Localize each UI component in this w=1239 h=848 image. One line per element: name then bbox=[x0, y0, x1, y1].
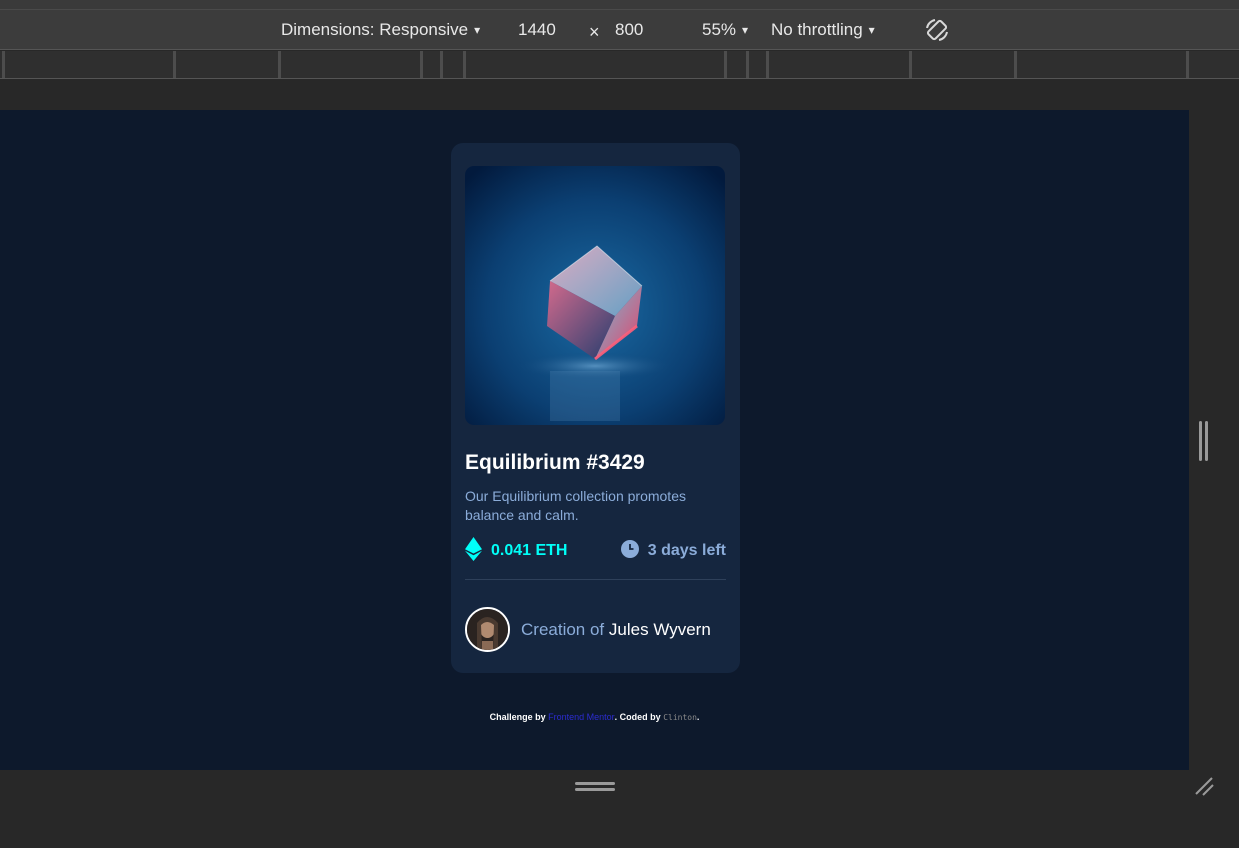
media-query-marker bbox=[1014, 51, 1017, 78]
crystal-cube-image[interactable] bbox=[465, 166, 725, 425]
height-input[interactable]: 800 bbox=[615, 20, 643, 40]
card-description: Our Equilibrium collection promotes bala… bbox=[465, 488, 686, 523]
media-query-marker bbox=[746, 51, 749, 78]
time-left-value: 3 days left bbox=[647, 542, 726, 559]
creator-avatar bbox=[465, 607, 510, 652]
attribution: Challenge by Frontend Mentor. Coded by C… bbox=[0, 712, 1189, 722]
author-name: Clinton bbox=[663, 713, 697, 722]
caret-down-icon: ▾ bbox=[868, 23, 875, 37]
times-icon: × bbox=[589, 22, 600, 42]
caret-down-icon: ▾ bbox=[742, 23, 749, 37]
media-query-marker bbox=[909, 51, 912, 78]
creator-text: Creation of Jules Wyvern bbox=[521, 620, 711, 640]
media-query-bar[interactable] bbox=[0, 51, 1239, 79]
zoom-dropdown[interactable]: 55% ▾ bbox=[702, 20, 748, 40]
caret-down-icon: ▾ bbox=[474, 23, 481, 37]
rotate-icon[interactable] bbox=[922, 15, 952, 45]
bottom-resize-handle[interactable] bbox=[575, 782, 615, 792]
card-stats: 0.041 ETH 3 days left bbox=[465, 536, 726, 566]
dimensions-label: Dimensions: Responsive bbox=[281, 20, 469, 39]
frontend-mentor-link[interactable]: Frontend Mentor bbox=[548, 712, 615, 722]
page-viewport: Equilibrium #3429 Our Equilibrium collec… bbox=[0, 110, 1189, 770]
time-stat: 3 days left bbox=[620, 539, 726, 563]
media-query-marker bbox=[724, 51, 727, 78]
media-query-marker bbox=[766, 51, 769, 78]
clock-icon bbox=[620, 539, 639, 563]
nft-card: Equilibrium #3429 Our Equilibrium collec… bbox=[451, 143, 740, 673]
media-query-marker bbox=[440, 51, 443, 78]
creator-row: Creation of Jules Wyvern bbox=[465, 607, 726, 652]
devtools-top-edge bbox=[0, 0, 1239, 10]
media-query-marker bbox=[278, 51, 281, 78]
media-query-marker bbox=[1186, 51, 1189, 78]
zoom-label: 55% bbox=[702, 20, 737, 39]
width-input[interactable]: 1440 bbox=[518, 20, 556, 40]
dimensions-dropdown[interactable]: Dimensions: Responsive ▾ bbox=[281, 20, 480, 40]
device-toolbar: Dimensions: Responsive ▾ 1440 × 800 55% … bbox=[0, 10, 1239, 50]
media-query-marker bbox=[173, 51, 176, 78]
ethereum-icon bbox=[465, 536, 482, 566]
attribution-suffix: . bbox=[696, 712, 700, 722]
creator-name-link[interactable]: Jules Wyvern bbox=[609, 620, 711, 639]
price-stat: 0.041 ETH bbox=[465, 536, 568, 566]
height-value: 800 bbox=[615, 20, 644, 39]
card-divider bbox=[465, 579, 726, 580]
corner-resize-icon[interactable] bbox=[1193, 775, 1217, 799]
attribution-prefix: Challenge by bbox=[489, 712, 546, 722]
price-value: 0.041 ETH bbox=[491, 542, 568, 559]
media-query-marker bbox=[2, 51, 5, 78]
card-title[interactable]: Equilibrium #3429 bbox=[465, 449, 726, 477]
media-query-marker bbox=[420, 51, 423, 78]
media-query-marker bbox=[463, 51, 466, 78]
right-resize-handle[interactable] bbox=[1199, 421, 1209, 461]
attribution-middle: . Coded by bbox=[614, 712, 661, 722]
creator-prefix: Creation of bbox=[521, 619, 605, 639]
width-value: 1440 bbox=[518, 20, 556, 39]
throttling-dropdown[interactable]: No throttling ▾ bbox=[771, 20, 875, 40]
throttling-label: No throttling bbox=[771, 20, 863, 39]
